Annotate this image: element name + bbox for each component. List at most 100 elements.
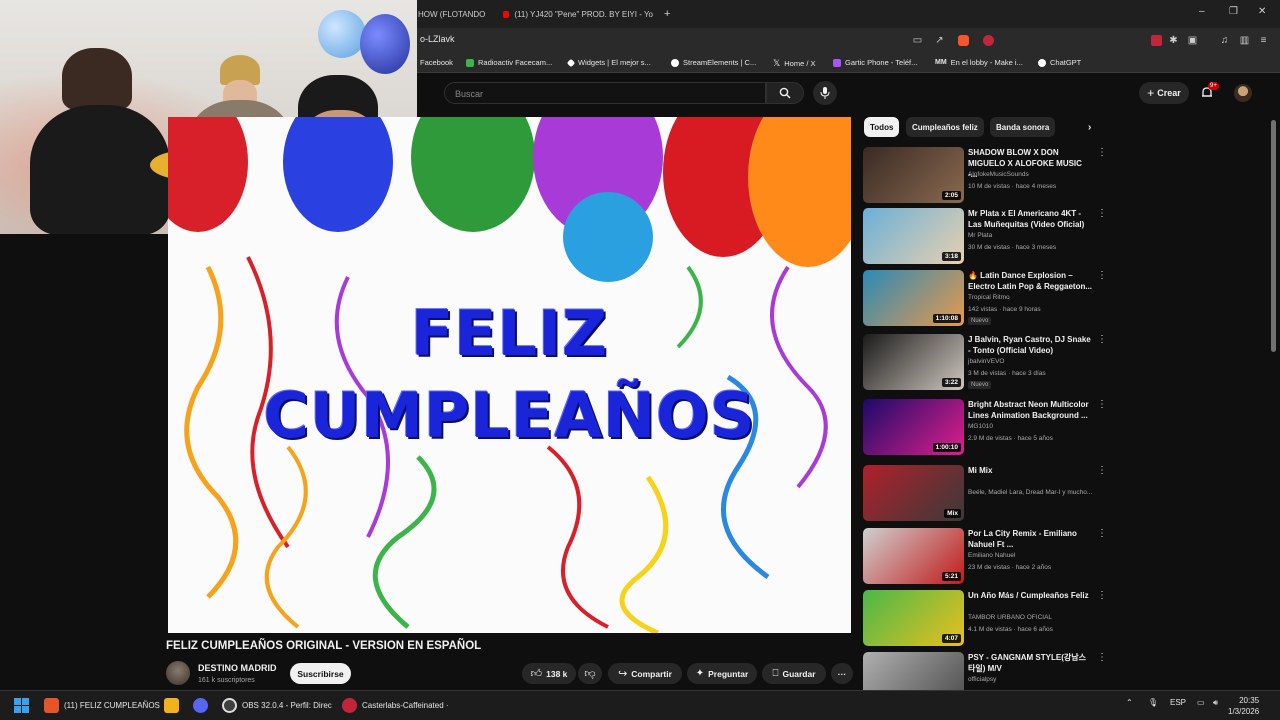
more-options-icon[interactable]: ⋮: [1097, 270, 1107, 281]
taskbar-brave[interactable]: (11) FELIZ CUMPLEAÑOS: [44, 698, 160, 713]
language-indicator[interactable]: ESP: [1170, 698, 1186, 707]
taskbar-discord[interactable]: [193, 698, 208, 713]
cast-icon[interactable]: ▭: [912, 35, 923, 46]
brave-rewards-icon[interactable]: [983, 35, 994, 46]
recommendation-title[interactable]: Bright Abstract Neon Multicolor Lines An…: [968, 399, 1092, 421]
taskbar-casterlabs[interactable]: Casterlabs-Caffeinated ·: [342, 698, 449, 713]
more-options-icon[interactable]: ⋮: [1097, 334, 1107, 345]
new-tab-button[interactable]: +: [664, 4, 670, 24]
share-button[interactable]: ↪ Compartir: [608, 663, 682, 684]
recommendation-item[interactable]: 3:18 Mr Plata x El Americano 4KT - Las Mu…: [863, 208, 1113, 268]
recommendation-channel[interactable]: officialpsy: [968, 676, 996, 683]
more-actions-button[interactable]: ···: [831, 663, 853, 684]
voice-search-button[interactable]: [813, 81, 837, 105]
bookmark-facebook[interactable]: Facebook: [420, 58, 453, 67]
video-thumbnail[interactable]: 4:07: [863, 590, 964, 646]
recommendation-title[interactable]: PSY - GANGNAM STYLE(강남스타일) M/V: [968, 652, 1092, 674]
bookmark-widgets[interactable]: Widgets | El mejor s...: [566, 58, 651, 67]
more-options-icon[interactable]: ⋮: [1097, 147, 1107, 158]
taskbar-file-explorer[interactable]: [164, 698, 179, 713]
chip-todos[interactable]: Todos: [864, 117, 900, 137]
recommendation-item[interactable]: 1:10:08 🔥 Latin Dance Explosion – Electro…: [863, 270, 1113, 330]
recommendation-item[interactable]: 5:21 Por La City Remix - Emiliano Nahuel …: [863, 528, 1113, 588]
save-button[interactable]: ⎕ Guardar: [762, 663, 826, 684]
window-icon[interactable]: ▣: [1187, 35, 1198, 46]
video-thumbnail[interactable]: 1:10:08: [863, 270, 964, 326]
recommendation-item[interactable]: 2:05 SHADOW BLOW X DON MIGUELO X ALOFOKE …: [863, 147, 1113, 207]
more-options-icon[interactable]: ⋮: [1097, 465, 1107, 476]
search-input[interactable]: Buscar: [444, 82, 766, 104]
recommendation-title[interactable]: J Balvin, Ryan Castro, DJ Snake - Tonto …: [968, 334, 1092, 356]
taskbar-obs[interactable]: OBS 32.0.4 - Perfil: Direc: [222, 698, 332, 713]
recommendation-channel[interactable]: Tropical Ritmo: [968, 294, 1010, 301]
minimize-button[interactable]: –: [1199, 6, 1205, 17]
bookmark-lobby[interactable]: MM En el lobby - Make i...: [935, 58, 1023, 67]
ask-button[interactable]: ✦ Preguntar: [687, 663, 757, 684]
close-button[interactable]: ✕: [1258, 6, 1266, 17]
recommendation-channel[interactable]: AlofokeMusicSounds: [968, 171, 1029, 178]
account-avatar[interactable]: [1234, 84, 1252, 102]
recommendation-title[interactable]: Por La City Remix - Emiliano Nahuel Ft .…: [968, 528, 1092, 550]
tray-chevron[interactable]: ⌃: [1126, 698, 1133, 707]
more-options-icon[interactable]: ⋮: [1097, 208, 1107, 219]
recommendation-title[interactable]: Un Año Más / Cumpleaños Feliz: [968, 590, 1092, 601]
recommendation-title[interactable]: 🔥 Latin Dance Explosion – Electro Latin …: [968, 270, 1092, 292]
video-thumbnail[interactable]: 1:00:10: [863, 399, 964, 455]
brave-shield-icon[interactable]: [958, 35, 969, 46]
recommendation-item[interactable]: 1:00:10 Bright Abstract Neon Multicolor L…: [863, 399, 1113, 459]
puzzle-icon[interactable]: ✱: [1168, 35, 1179, 46]
subscribe-button[interactable]: Suscribirse: [290, 663, 351, 684]
video-thumbnail[interactable]: Mix: [863, 465, 964, 521]
create-button[interactable]: + Crear: [1139, 82, 1189, 104]
like-button[interactable]: 👍︎ 138 k: [522, 663, 576, 684]
recommendation-channel[interactable]: TAMBOR URBANO OFICIAL: [968, 614, 1052, 621]
chip-banda-sonora[interactable]: Banda sonora: [990, 117, 1056, 137]
recommendation-channel[interactable]: Emiliano Nahuel: [968, 552, 1015, 559]
recommendation-channel[interactable]: Beéle, Madiel Lara, Dread Mar-I y mucho.…: [968, 489, 1092, 496]
browser-tab[interactable]: HOW (FLOTANDO: [418, 4, 500, 24]
video-thumbnail[interactable]: 2:05: [863, 147, 964, 203]
bookmark-gartic[interactable]: Gartic Phone - Teléf...: [833, 58, 917, 67]
recommendation-title[interactable]: Mi Mix: [968, 465, 1092, 476]
more-options-icon[interactable]: ⋮: [1097, 528, 1107, 539]
video-thumbnail[interactable]: 5:21: [863, 528, 964, 584]
more-options-icon[interactable]: ⋮: [1097, 399, 1107, 410]
tray-network[interactable]: ▭: [1197, 698, 1205, 707]
share-icon[interactable]: ↗: [934, 35, 945, 46]
channel-avatar[interactable]: [166, 661, 190, 685]
chips-next-button[interactable]: ›: [1082, 117, 1097, 137]
url-field[interactable]: o-LZlavk: [420, 34, 455, 44]
system-clock[interactable]: 20:35 1/3/2026: [1228, 695, 1259, 717]
recommendation-channel[interactable]: Mr Plata: [968, 232, 992, 239]
recommendation-title[interactable]: Mr Plata x El Americano 4KT - Las Muñequ…: [968, 208, 1092, 230]
maximize-button[interactable]: ❐: [1229, 6, 1238, 17]
music-icon[interactable]: ♫: [1219, 35, 1230, 46]
recommendation-item[interactable]: Mix Mi Mix Beéle, Madiel Lara, Dread Mar-I…: [863, 465, 1113, 525]
dislike-button[interactable]: 👎︎: [578, 663, 602, 684]
bookmark-x[interactable]: 𝕏 Home / X: [773, 58, 816, 69]
menu-icon[interactable]: ≡: [1258, 35, 1269, 46]
notifications-button[interactable]: 9+: [1200, 82, 1219, 100]
video-thumbnail[interactable]: 3:18: [863, 208, 964, 264]
start-button[interactable]: [14, 698, 29, 713]
scrollbar[interactable]: [1271, 120, 1276, 352]
sidebar-icon[interactable]: ▥: [1239, 35, 1250, 46]
bookmark-chatgpt[interactable]: ChatGPT: [1038, 58, 1081, 67]
more-options-icon[interactable]: ⋮: [1097, 590, 1107, 601]
bookmark-streamelements[interactable]: StreamElements | C...: [671, 58, 756, 67]
channel-name[interactable]: DESTINO MADRID: [198, 663, 277, 673]
video-thumbnail[interactable]: 3:22: [863, 334, 964, 390]
recommendation-channel[interactable]: MG1010: [968, 423, 993, 430]
tray-volume[interactable]: 🔊︎: [1213, 698, 1218, 708]
search-button[interactable]: [766, 82, 804, 104]
browser-tab-active[interactable]: (11) YJ420 "Pene" PROD. BY EIYI - Yo: [503, 4, 653, 24]
recommendation-item[interactable]: 3:22 J Balvin, Ryan Castro, DJ Snake - To…: [863, 334, 1113, 394]
recommendation-channel[interactable]: jbalvinVEVO: [968, 358, 1005, 365]
tray-mic[interactable]: 🎙︎: [1148, 698, 1158, 707]
extension-icon[interactable]: [1151, 35, 1162, 46]
bookmark-radioactiv[interactable]: Radioactiv Facecam...: [466, 58, 552, 67]
video-player[interactable]: FELIZ CUMPLEAÑOS: [168, 117, 851, 633]
chip-cumpleanos-feliz[interactable]: Cumpleaños feliz: [906, 117, 984, 137]
recommendation-item[interactable]: 4:07 Un Año Más / Cumpleaños Feliz TAMBOR …: [863, 590, 1113, 650]
more-options-icon[interactable]: ⋮: [1097, 652, 1107, 663]
